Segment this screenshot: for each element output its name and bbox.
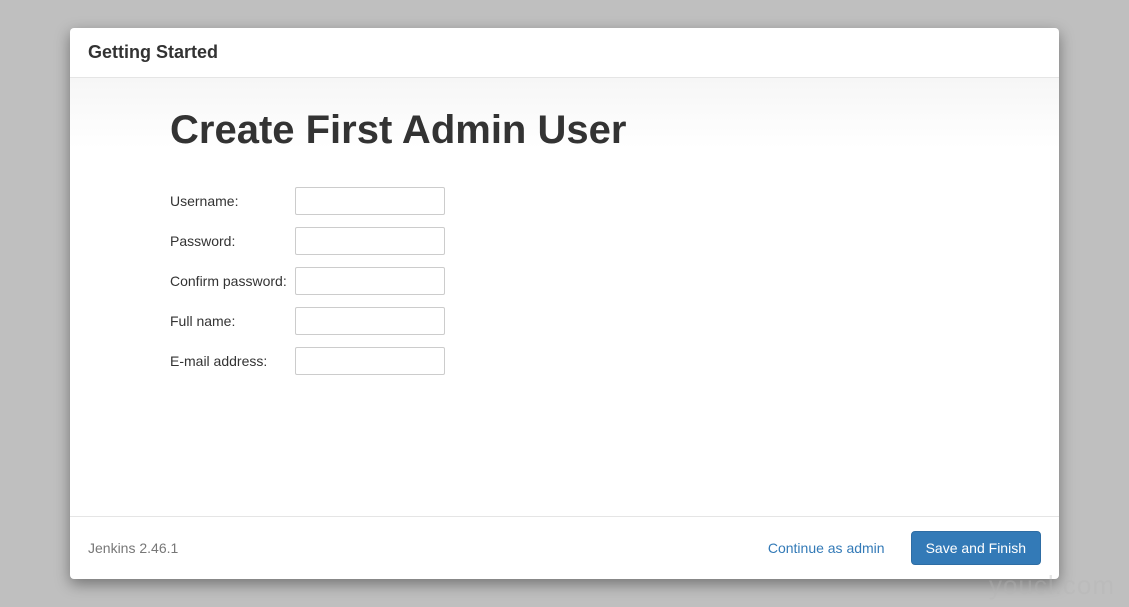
email-input[interactable] bbox=[295, 347, 445, 375]
version-text: Jenkins 2.46.1 bbox=[88, 540, 178, 556]
page-heading: Create First Admin User bbox=[170, 108, 959, 153]
password-label: Password: bbox=[170, 221, 295, 261]
username-input[interactable] bbox=[295, 187, 445, 215]
confirm-password-input[interactable] bbox=[295, 267, 445, 295]
continue-as-admin-button[interactable]: Continue as admin bbox=[756, 532, 897, 564]
save-and-finish-button[interactable]: Save and Finish bbox=[911, 531, 1041, 565]
password-input[interactable] bbox=[295, 227, 445, 255]
modal-footer: Jenkins 2.46.1 Continue as admin Save an… bbox=[70, 516, 1059, 579]
email-label: E-mail address: bbox=[170, 341, 295, 381]
modal-header: Getting Started bbox=[70, 28, 1059, 78]
modal-body: Create First Admin User Username: Passwo… bbox=[70, 78, 1059, 516]
password-row: Password: bbox=[170, 221, 445, 261]
email-row: E-mail address: bbox=[170, 341, 445, 381]
confirm-password-row: Confirm password: bbox=[170, 261, 445, 301]
modal-title: Getting Started bbox=[88, 42, 1041, 63]
username-row: Username: bbox=[170, 181, 445, 221]
username-label: Username: bbox=[170, 181, 295, 221]
confirm-password-label: Confirm password: bbox=[170, 261, 295, 301]
admin-user-form: Username: Password: Confirm password: Fu… bbox=[170, 181, 445, 381]
footer-actions: Continue as admin Save and Finish bbox=[756, 531, 1041, 565]
setup-wizard-modal: Getting Started Create First Admin User … bbox=[70, 28, 1059, 579]
fullname-label: Full name: bbox=[170, 301, 295, 341]
fullname-input[interactable] bbox=[295, 307, 445, 335]
fullname-row: Full name: bbox=[170, 301, 445, 341]
